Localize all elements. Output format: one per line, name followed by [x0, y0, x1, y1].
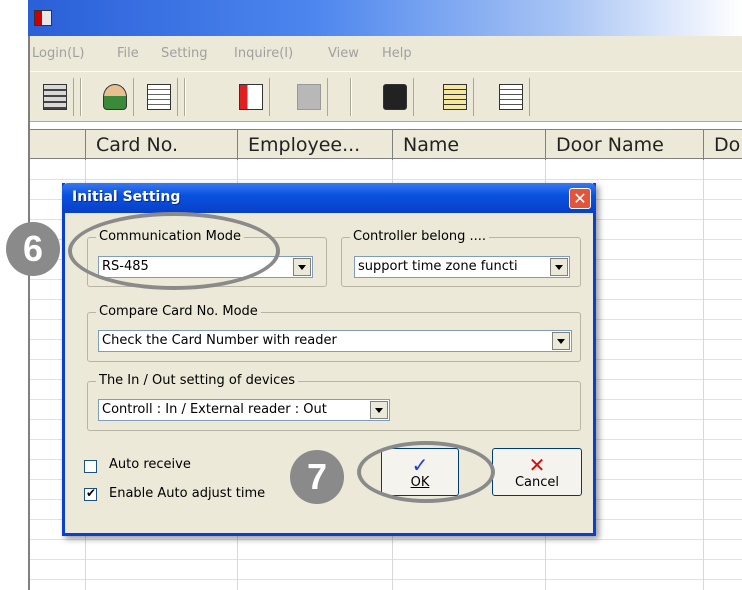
controller-belong-label: Controller belong .... — [350, 229, 490, 244]
report-icon[interactable] — [490, 78, 530, 116]
menu-login[interactable]: Login(L) — [32, 46, 84, 61]
menu-file[interactable]: File — [117, 46, 139, 61]
menu-inquire[interactable]: Inquire(I) — [234, 46, 293, 61]
column-employee[interactable]: Employee... — [238, 130, 393, 160]
inout-setting-group: The In / Out setting of devices Controll… — [87, 373, 581, 431]
column-do[interactable]: Do — [704, 130, 742, 160]
clipboard-icon[interactable] — [434, 78, 474, 116]
inout-setting-label: The In / Out setting of devices — [96, 373, 299, 388]
cancel-button[interactable]: ✕ Cancel — [492, 448, 582, 496]
chevron-down-icon[interactable] — [550, 258, 568, 276]
disabled-export-icon — [288, 78, 328, 116]
calculator-icon[interactable] — [34, 78, 74, 116]
inout-setting-value: Controll : In / External reader : Out — [102, 402, 327, 417]
column-name[interactable]: Name — [393, 130, 546, 160]
auto-receive-label: Auto receive — [109, 457, 191, 472]
controller-belong-group: Controller belong .... support time zone… — [341, 229, 581, 287]
row-selector-header — [28, 130, 86, 160]
dialog-title: Initial Setting — [72, 189, 181, 205]
user-edit-icon[interactable] — [94, 78, 134, 116]
chevron-down-icon[interactable] — [370, 401, 388, 419]
compare-card-select[interactable]: Check the Card Number with reader — [98, 330, 572, 352]
checkmark-icon: ✔ — [86, 486, 97, 500]
grid-header: Card No. Employee... Name Door Name Do — [28, 129, 742, 160]
chevron-down-icon[interactable] — [293, 258, 311, 276]
inout-setting-select[interactable]: Controll : In / External reader : Out — [98, 399, 390, 421]
document-icon[interactable] — [138, 78, 178, 116]
menu-help[interactable]: Help — [382, 46, 412, 61]
app-icon — [34, 10, 52, 26]
step-7-badge: 7 — [290, 450, 344, 504]
dialog-title-bar: Initial Setting ✕ — [62, 183, 596, 213]
toolbar — [28, 72, 742, 122]
compare-card-value: Check the Card Number with reader — [102, 333, 337, 348]
window-left-border — [28, 36, 30, 590]
controller-belong-select[interactable]: support time zone functi — [354, 256, 570, 278]
compare-card-group: Compare Card No. Mode Check the Card Num… — [87, 304, 581, 362]
monitor-icon[interactable] — [374, 78, 414, 116]
close-icon: ✕ — [528, 453, 546, 477]
close-icon[interactable]: ✕ — [569, 188, 591, 209]
annotation-ellipse-communication — [68, 212, 280, 290]
column-card-no[interactable]: Card No. — [86, 130, 238, 160]
menu-setting[interactable]: Setting — [161, 46, 208, 61]
menu-bar: Login(L) File Setting Inquire(I) View He… — [28, 36, 742, 72]
enable-auto-adjust-label: Enable Auto adjust time — [109, 486, 266, 501]
annotation-ellipse-ok — [357, 441, 495, 503]
auto-receive-checkbox[interactable] — [84, 460, 97, 473]
chevron-down-icon[interactable] — [552, 332, 570, 350]
cancel-label: Cancel — [514, 475, 560, 490]
controller-belong-value: support time zone functi — [358, 259, 518, 274]
column-door-name[interactable]: Door Name — [546, 130, 704, 160]
step-6-badge: 6 — [6, 222, 60, 276]
compare-card-label: Compare Card No. Mode — [96, 304, 261, 319]
menu-view[interactable]: View — [328, 46, 359, 61]
window-title-bar — [28, 0, 742, 36]
enable-auto-adjust-checkbox[interactable]: ✔ — [84, 486, 97, 501]
import-icon[interactable] — [230, 78, 270, 116]
